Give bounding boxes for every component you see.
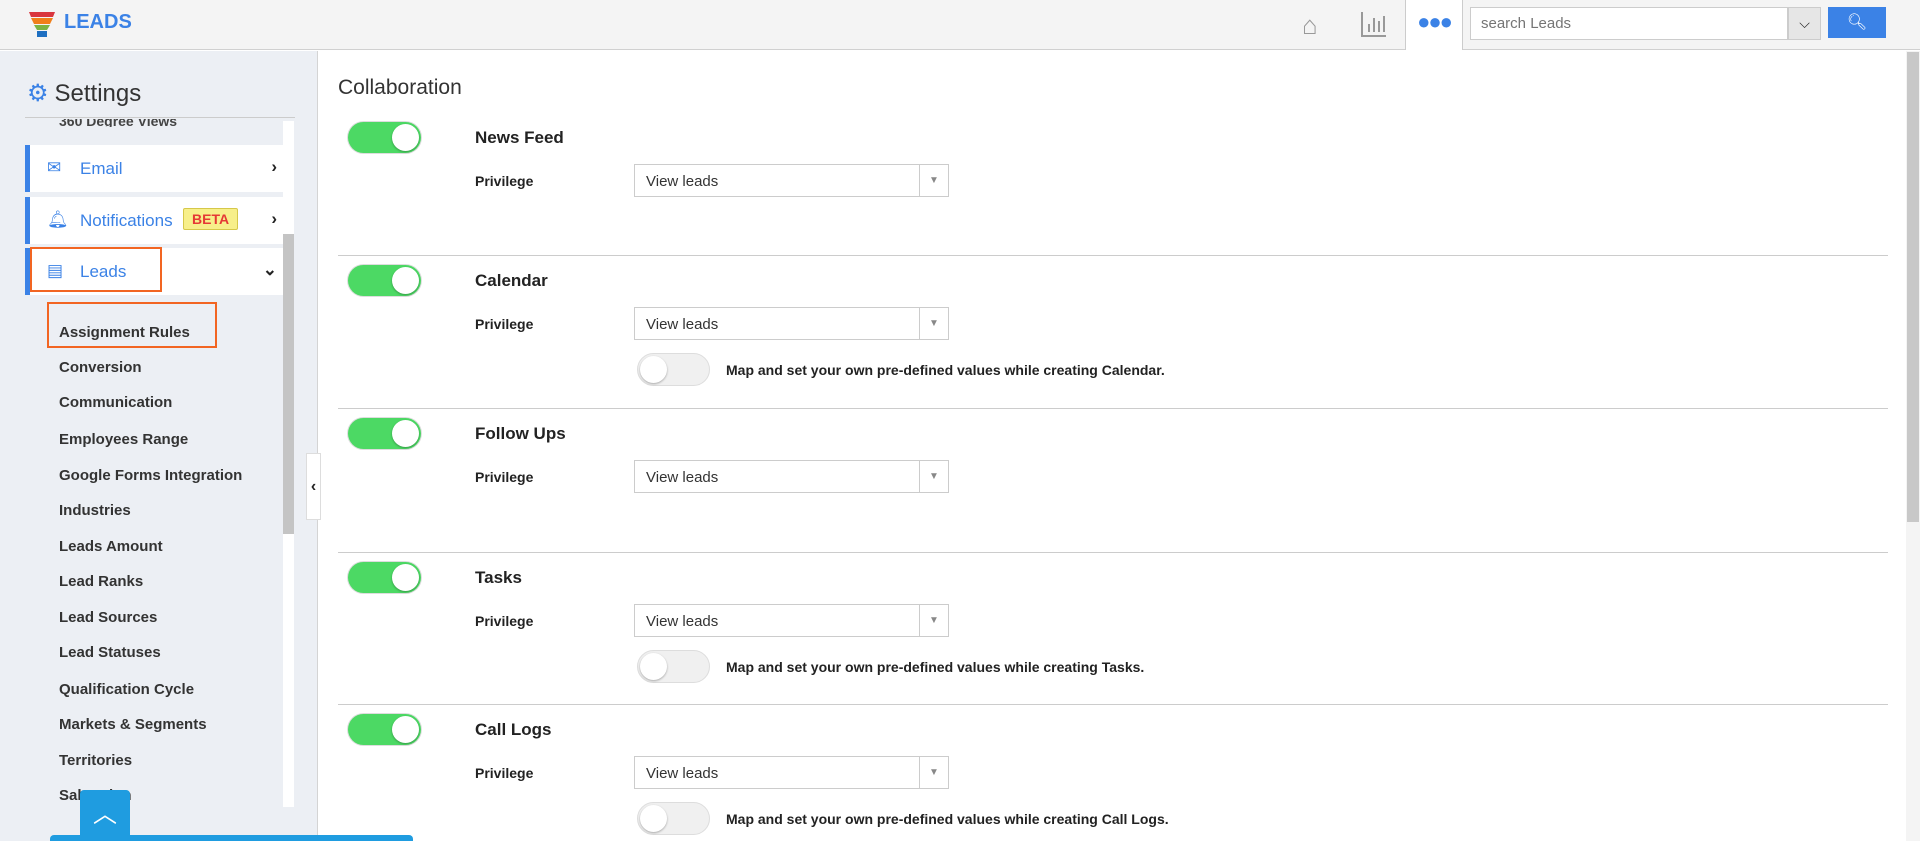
funnel-logo <box>29 12 55 37</box>
enable-toggle[interactable] <box>348 714 421 745</box>
collapse-sidebar-button[interactable]: ‹ <box>306 453 321 520</box>
enable-toggle[interactable] <box>348 418 421 449</box>
sidebar-subitem[interactable]: Communication <box>59 394 172 411</box>
privilege-select[interactable]: View leads ▼ <box>634 164 949 197</box>
sidebar-subitem[interactable]: Leads Amount <box>59 538 163 555</box>
section-name: News Feed <box>475 128 564 147</box>
section-name: Tasks <box>475 568 522 587</box>
envelope-icon: ✉ <box>47 158 62 177</box>
sidebar-subitem[interactable]: Territories <box>59 752 132 769</box>
privilege-value: View leads <box>646 613 719 630</box>
caret-down-icon: ▼ <box>919 165 948 196</box>
beta-badge: BETA <box>183 208 239 230</box>
chevron-down-icon: ⌄ <box>262 260 277 279</box>
top-header: LEADS ⌂ ●●● ⌵ 🔍︎ <box>0 0 1920 50</box>
privilege-label: Privilege <box>475 316 534 332</box>
privilege-value: View leads <box>646 765 719 782</box>
privilege-label: Privilege <box>475 469 534 485</box>
scroll-top-button[interactable]: ︿ <box>80 790 130 841</box>
bell-icon: 🔔︎ <box>47 210 69 229</box>
settings-sidebar: ⚙ Settings 360 Degree Views ✉ Email › 🔔︎ Not… <box>0 51 318 841</box>
privilege-select[interactable]: View leads ▼ <box>634 756 949 789</box>
sidebar-subitem[interactable]: Conversion <box>59 359 142 376</box>
sidebar-subitem[interactable]: Lead Statuses <box>59 644 161 661</box>
map-values-label: Map and set your own pre-defined values … <box>726 811 1169 827</box>
home-icon[interactable]: ⌂ <box>1302 10 1318 41</box>
enable-toggle[interactable] <box>348 122 421 153</box>
search-icon: 🔍︎ <box>1846 14 1868 31</box>
caret-down-icon: ▼ <box>919 461 948 492</box>
chevron-right-icon: › <box>271 209 277 228</box>
search-input[interactable] <box>1470 7 1788 40</box>
sidebar-subitem[interactable]: Qualification Cycle <box>59 681 194 698</box>
sidebar-scroll-thumb[interactable] <box>283 234 294 534</box>
privilege-label: Privilege <box>475 173 534 189</box>
settings-title: ⚙ Settings <box>27 80 142 107</box>
section-name: Calendar <box>475 271 548 290</box>
sidebar-subitem[interactable]: Lead Sources <box>59 609 157 626</box>
map-values-label: Map and set your own pre-defined values … <box>726 659 1145 675</box>
page-title: Collaboration <box>338 76 462 99</box>
map-values-toggle[interactable] <box>637 650 710 683</box>
caret-down-icon: ▼ <box>919 757 948 788</box>
enable-toggle[interactable] <box>348 562 421 593</box>
privilege-label: Privilege <box>475 765 534 781</box>
bottom-bar <box>50 835 413 841</box>
section-name: Follow Ups <box>475 424 566 443</box>
sidebar-item-notifications[interactable]: 🔔︎ Notifications BETA › <box>25 197 283 244</box>
sidebar-subitem[interactable]: Google Forms Integration <box>59 467 242 484</box>
privilege-select[interactable]: View leads ▼ <box>634 604 949 637</box>
privilege-select[interactable]: View leads ▼ <box>634 460 949 493</box>
page-scroll-thumb[interactable] <box>1907 52 1919 522</box>
divider <box>25 117 295 118</box>
gear-icon: ⚙ <box>27 80 49 107</box>
highlight-box <box>30 247 162 292</box>
more-icon[interactable]: ●●● <box>1405 0 1463 50</box>
sidebar-subitem[interactable]: Lead Ranks <box>59 573 143 590</box>
sidebar-item-360-degree-views[interactable]: 360 Degree Views <box>59 119 177 127</box>
section-divider <box>338 255 1888 256</box>
privilege-value: View leads <box>646 316 719 333</box>
caret-down-icon: ▼ <box>919 308 948 339</box>
search-filter-dropdown[interactable]: ⌵ <box>1788 7 1821 40</box>
chevron-up-icon: ︿ <box>93 801 117 828</box>
section-divider <box>338 704 1888 705</box>
map-values-label: Map and set your own pre-defined values … <box>726 362 1165 378</box>
app-brand[interactable]: LEADS <box>64 11 132 34</box>
chart-icon[interactable] <box>1360 10 1388 38</box>
search-button[interactable]: 🔍︎ <box>1828 7 1886 38</box>
map-values-toggle[interactable] <box>637 802 710 835</box>
section-divider <box>338 408 1888 409</box>
privilege-value: View leads <box>646 173 719 190</box>
sidebar-subitem[interactable]: Employees Range <box>59 431 188 448</box>
sidebar-subitem[interactable]: Industries <box>59 502 131 519</box>
section-divider <box>338 552 1888 553</box>
caret-down-icon: ▼ <box>919 605 948 636</box>
section-name: Call Logs <box>475 720 552 739</box>
chevron-down-icon: ⌵ <box>1799 15 1810 31</box>
enable-toggle[interactable] <box>348 265 421 296</box>
sidebar-subitem[interactable]: Markets & Segments <box>59 716 207 733</box>
sidebar-subitem[interactable]: Assignment Rules <box>59 324 190 341</box>
privilege-value: View leads <box>646 469 719 486</box>
map-values-toggle[interactable] <box>637 353 710 386</box>
sidebar-item-email[interactable]: ✉ Email › <box>25 145 283 192</box>
privilege-label: Privilege <box>475 613 534 629</box>
chevron-right-icon: › <box>271 157 277 176</box>
privilege-select[interactable]: View leads ▼ <box>634 307 949 340</box>
